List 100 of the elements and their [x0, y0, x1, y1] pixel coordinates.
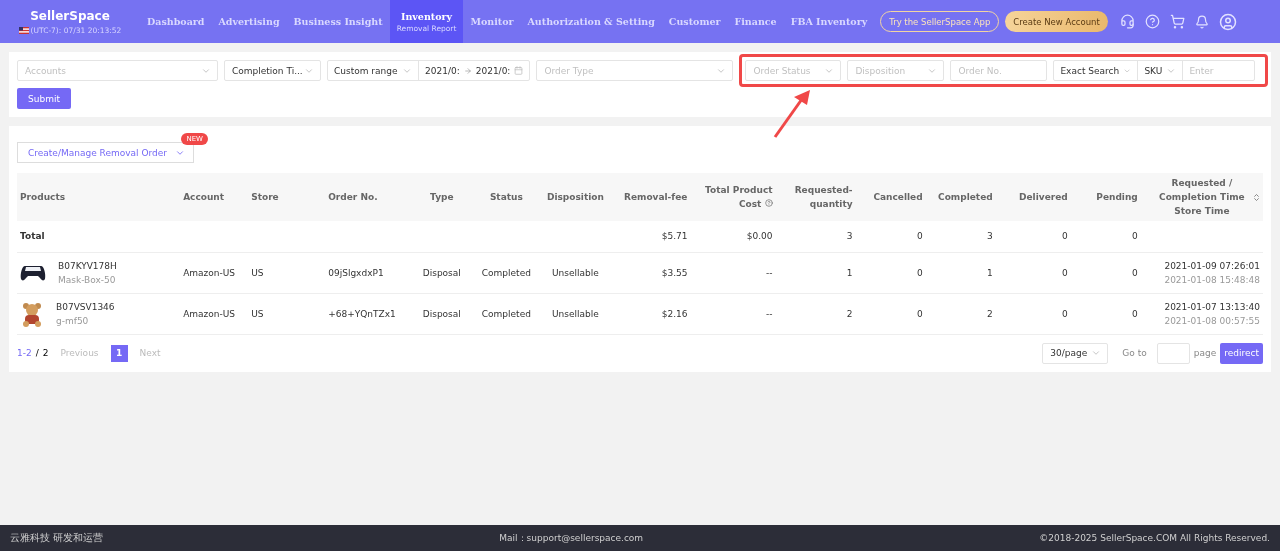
app-logo: SellerSpace — [30, 8, 110, 23]
table-cell: Unsellable — [535, 293, 616, 334]
caret-icon — [1091, 348, 1102, 358]
table-cell: +68+YQnTZx1 — [325, 293, 407, 334]
table-cell: 0 — [1070, 252, 1141, 293]
gamepad-icon — [20, 263, 46, 282]
page-total: 2 — [42, 348, 49, 358]
column-header: Account — [180, 173, 249, 221]
column-header: Requested / Completion Time Store Time — [1140, 173, 1263, 221]
table-cell: Unsellable — [535, 252, 616, 293]
arrow-icon — [463, 66, 472, 75]
sort-icon[interactable] — [1252, 193, 1261, 202]
column-header: Store — [248, 173, 326, 221]
calendar-icon — [514, 66, 524, 75]
column-header: Requested-quantity — [775, 173, 856, 221]
support-icon[interactable] — [1119, 14, 1135, 29]
nav-tab[interactable]: Finance — [727, 0, 784, 43]
page-size-select[interactable]: 30/page — [1042, 342, 1109, 364]
column-header: Removal-fee — [615, 173, 691, 221]
select-field[interactable]: Order Type — [536, 60, 734, 81]
table-cell: 0 — [855, 221, 926, 252]
table-cell: 2 — [775, 293, 856, 334]
product-sku: g-mf50 — [56, 315, 90, 326]
page-input[interactable] — [1156, 342, 1190, 364]
nav-tab[interactable]: Authorization & Setting — [520, 0, 662, 43]
bell-icon[interactable] — [1194, 14, 1209, 29]
table-cell: $2.16 — [615, 293, 691, 334]
teddy-bear-icon — [20, 300, 44, 327]
page-label: page — [1193, 348, 1217, 358]
table-cell: 3 — [925, 221, 996, 252]
table-cell: 0 — [995, 293, 1071, 334]
product-asin: B07VSV1346 — [56, 301, 115, 312]
range-separator: / — [35, 348, 39, 358]
flag-icon — [18, 26, 29, 34]
column-header: Total Product Cost — [690, 173, 776, 221]
table-cell: Amazon-US — [180, 293, 249, 334]
product-asin: B07KYV178H — [58, 260, 117, 271]
table-cell: 0 — [1070, 293, 1141, 334]
copyright-text: ©2018-2025 SellerSpace.COM All Rights Reserved. — [1039, 533, 1270, 543]
table-cell: Disposal — [406, 293, 478, 334]
nav-tab[interactable]: FBA Inventory — [783, 0, 875, 43]
table-cell: Completed — [477, 252, 536, 293]
select-field[interactable]: Disposition — [847, 60, 945, 81]
table-cell: -- — [690, 252, 776, 293]
avatar-icon[interactable] — [1218, 12, 1237, 31]
table-cell: 0 — [995, 252, 1071, 293]
table-cell: US — [248, 252, 326, 293]
next-link[interactable]: Next — [139, 348, 161, 358]
select-field[interactable]: Order Status — [745, 60, 842, 81]
column-header: Type — [406, 173, 478, 221]
submit-button[interactable]: Submit — [17, 88, 71, 109]
input-field[interactable]: Order No. — [950, 60, 1048, 81]
table-cell: $0.00 — [690, 221, 776, 252]
cart-icon[interactable] — [1169, 14, 1185, 29]
table-cell: 2 — [925, 293, 996, 334]
table-cell: Disposal — [406, 252, 478, 293]
nav-tab[interactable]: Dashboard — [140, 0, 212, 43]
help-icon[interactable] — [764, 199, 773, 207]
nav-tab[interactable]: Customer — [661, 0, 728, 43]
nav-tab[interactable]: Monitor — [463, 0, 521, 43]
column-header: Pending — [1070, 173, 1141, 221]
create-account-button[interactable]: Create New Account — [1005, 11, 1108, 32]
goto-label: Go to — [1122, 348, 1147, 358]
product-sku: Mask-Box-50 — [58, 274, 117, 285]
table-cell: US — [248, 293, 326, 334]
column-header: Disposition — [535, 173, 616, 221]
table-cell: 0 — [995, 221, 1071, 252]
nav-tab[interactable]: Business Insight — [286, 0, 390, 43]
select-field[interactable]: Accounts — [17, 60, 218, 81]
contact-email: Mail：support@sellerspace.com — [499, 531, 644, 545]
total-label: Total — [17, 221, 181, 252]
table-cell: 1 — [775, 252, 856, 293]
page-range: 1-2 — [17, 348, 32, 358]
column-header: Cancelled — [855, 173, 926, 221]
table-cell: 0 — [855, 293, 926, 334]
nav-tab[interactable]: Advertising — [211, 0, 287, 43]
store-time: 2021-01-08 00:57:55 — [1163, 315, 1260, 326]
table-cell: -- — [690, 293, 776, 334]
company-text: 云雅科技 研发和运营 — [10, 531, 104, 545]
requested-time: 2021-01-09 07:26:01 — [1163, 260, 1260, 271]
previous-link[interactable]: Previous — [60, 348, 99, 358]
table-cell: 3 — [775, 221, 856, 252]
table-cell: $3.55 — [615, 252, 691, 293]
redirect-button[interactable]: redirect — [1220, 342, 1263, 364]
select-field[interactable]: Completion Ti... — [224, 60, 321, 81]
table-cell: 1 — [925, 252, 996, 293]
column-header: Products — [17, 173, 181, 221]
table-cell: 0 — [1070, 221, 1141, 252]
page-button[interactable]: 1 — [110, 344, 128, 362]
column-header: Delivered — [995, 173, 1071, 221]
column-header: Order No. — [325, 173, 407, 221]
store-time: 2021-01-08 15:48:48 — [1163, 274, 1260, 285]
date-range-field[interactable]: Custom range 2021/0: 2021/0: — [327, 60, 531, 81]
manage-order-button[interactable]: Create/Manage Removal Order — [17, 142, 194, 163]
column-header: Status — [477, 173, 536, 221]
table-cell: 0 — [855, 252, 926, 293]
table-cell: Completed — [477, 293, 536, 334]
column-header: Completed — [925, 173, 996, 221]
table-cell: 09jSlgxdxP1 — [325, 252, 407, 293]
table-cell: $5.71 — [615, 221, 691, 252]
